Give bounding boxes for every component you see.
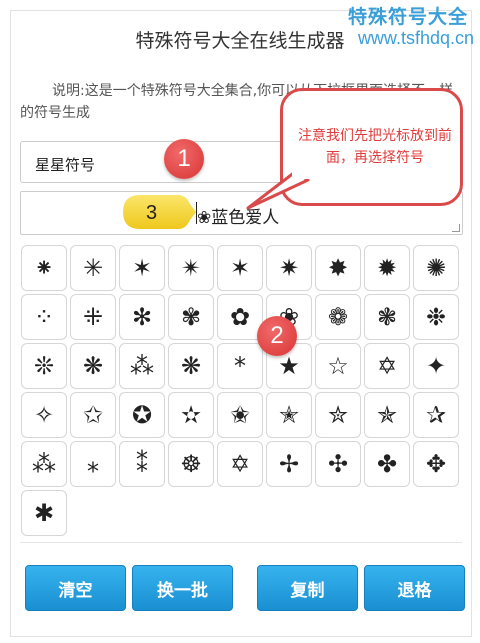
symbol-cell[interactable]: ✴ [168, 245, 214, 291]
symbol-cell[interactable]: ✺ [413, 245, 459, 291]
symbol-cell[interactable]: * [217, 343, 263, 389]
symbol-cell[interactable]: ✫ [168, 392, 214, 438]
category-select-value: 星星符号 [35, 156, 96, 174]
symbol-cell[interactable]: ✩ [70, 392, 116, 438]
watermark-title: 特殊符号大全 [347, 6, 468, 28]
symbol-cell[interactable]: ⁂ [119, 343, 165, 389]
step-tag-3-label: 3 [146, 202, 157, 224]
step-tag-3: 3 [123, 195, 196, 229]
symbol-cell[interactable]: ✬ [217, 392, 263, 438]
symbol-cell[interactable]: ⁕ [21, 245, 67, 291]
symbol-cell[interactable]: ⁂ [21, 441, 67, 487]
symbol-cell[interactable]: ✥ [413, 441, 459, 487]
copy-button[interactable]: 复制 [257, 565, 358, 611]
symbol-cell[interactable]: ✭ [266, 392, 312, 438]
symbol-cell[interactable]: ✸ [315, 245, 361, 291]
symbol-cell[interactable]: ✧ [21, 392, 67, 438]
symbol-cell[interactable]: ⁑ [119, 441, 165, 487]
symbol-cell[interactable]: ⁎ [70, 441, 116, 487]
backspace-button[interactable]: 退格 [364, 565, 465, 611]
callout-pointer [246, 170, 310, 210]
clear-button[interactable]: 清空 [25, 565, 126, 611]
symbol-cell[interactable]: ❋ [70, 343, 116, 389]
symbol-cell[interactable]: ❋ [168, 343, 214, 389]
symbol-cell[interactable]: ✡ [364, 343, 410, 389]
shuffle-button[interactable]: 换一批 [132, 565, 233, 611]
symbol-cell[interactable]: ✢ [266, 441, 312, 487]
symbol-cell[interactable]: ✱ [21, 490, 67, 536]
symbol-cell[interactable]: ✶ [217, 245, 263, 291]
symbol-cell[interactable]: ☆ [315, 343, 361, 389]
callout-text: 注意我们先把光标放到前面，再选择符号 [298, 128, 452, 166]
symbol-cell[interactable]: ✤ [364, 441, 410, 487]
step-badge-1: 1 [164, 139, 204, 179]
symbol-cell[interactable]: ❃ [364, 294, 410, 340]
symbol-cell[interactable]: ✻ [119, 294, 165, 340]
divider [20, 542, 462, 543]
resize-handle[interactable] [452, 224, 460, 232]
symbol-cell[interactable]: ❉ [413, 294, 459, 340]
symbol-cell[interactable]: ⁘ [21, 294, 67, 340]
symbol-cell[interactable]: ⁜ [70, 294, 116, 340]
symbol-cell[interactable]: ✷ [266, 245, 312, 291]
symbol-cell[interactable]: ✯ [364, 392, 410, 438]
symbol-cell[interactable]: ✡ [217, 441, 263, 487]
symbol-cell[interactable]: ✣ [315, 441, 361, 487]
symbol-cell[interactable]: ✦ [413, 343, 459, 389]
symbol-cell[interactable]: ✳ [70, 245, 116, 291]
symbol-grid: ⁕ ✳ ✶ ✴ ✶ ✷ ✸ ✹ ✺ ⁘ ⁜ ✻ ✾ ✿ ❀ ❁ ❃ ❉ ❊ ❋ ⁂ ❋ * ★ ☆ ✡ ✦ ✧ ✩ ✪ ✫ ✬ ✭ ✮ ✯ ✰ ⁂ ⁎ ⁑ ☸… [21, 245, 461, 536]
symbol-cell[interactable]: ✾ [168, 294, 214, 340]
step-badge-2: 2 [257, 316, 297, 356]
symbol-cell[interactable]: ✹ [364, 245, 410, 291]
symbol-cell[interactable]: ✰ [413, 392, 459, 438]
page-title: 特殊符号大全在线生成器 [135, 30, 345, 52]
symbol-cell[interactable]: ✮ [315, 392, 361, 438]
symbol-cell[interactable]: ❊ [21, 343, 67, 389]
symbol-cell[interactable]: ❁ [315, 294, 361, 340]
symbol-cell[interactable]: ☸ [168, 441, 214, 487]
symbol-cell[interactable]: ✶ [119, 245, 165, 291]
symbol-cell[interactable]: ✪ [119, 392, 165, 438]
